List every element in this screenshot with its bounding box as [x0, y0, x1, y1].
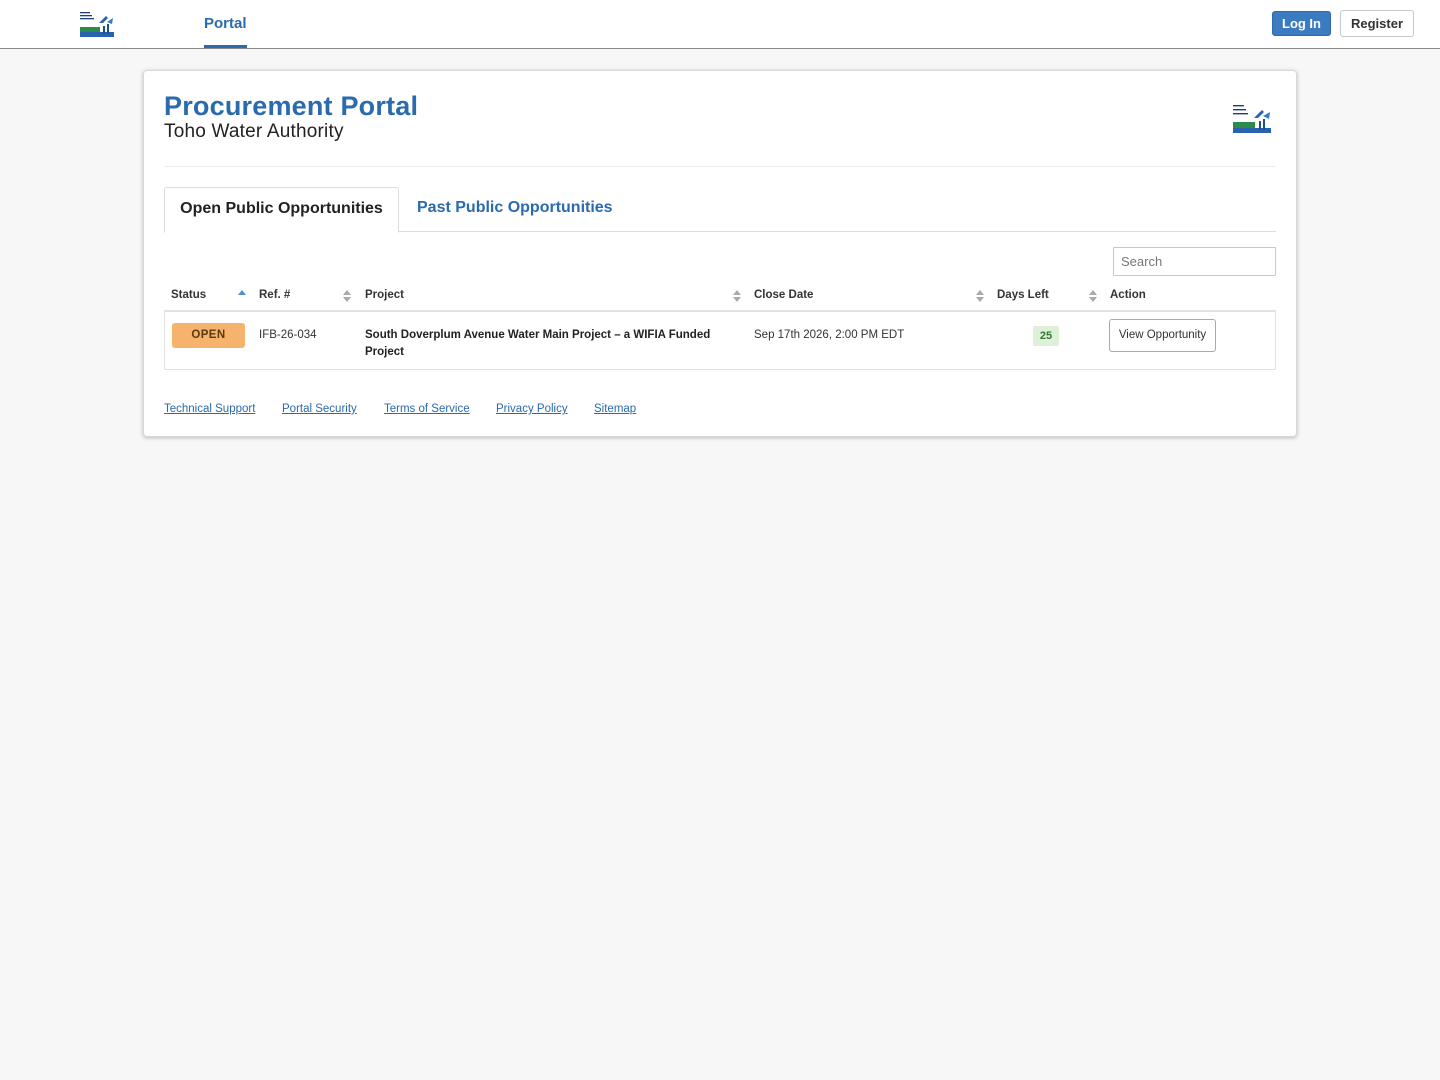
column-header-ref[interactable]: Ref. # — [259, 281, 290, 310]
close-date: Sep 17th 2026, 2:00 PM EDT — [754, 329, 905, 341]
view-opportunity-button[interactable]: View Opportunity — [1109, 319, 1216, 352]
sort-both-icon[interactable] — [343, 281, 353, 310]
top-navbar: Portal Log In Register — [0, 0, 1440, 49]
tab-open-public-opportunities[interactable]: Open Public Opportunities — [164, 187, 399, 233]
column-header-days-left[interactable]: Days Left — [997, 281, 1049, 310]
register-button[interactable]: Register — [1340, 10, 1414, 37]
status-badge: OPEN — [172, 323, 245, 348]
table-header-row: Status Ref. # Project Close Date Days Le… — [164, 281, 1276, 312]
footer-link-portal-security[interactable]: Portal Security — [282, 403, 357, 415]
column-header-status[interactable]: Status — [171, 281, 206, 310]
opportunities-table: Status Ref. # Project Close Date Days Le… — [164, 281, 1276, 370]
sort-both-icon[interactable] — [733, 281, 743, 310]
column-header-action: Action — [1110, 289, 1146, 301]
footer-link-terms-of-service[interactable]: Terms of Service — [384, 403, 470, 415]
tab-past-public-opportunities[interactable]: Past Public Opportunities — [417, 187, 613, 231]
search-input[interactable] — [1113, 247, 1276, 276]
footer-link-sitemap[interactable]: Sitemap — [594, 403, 636, 415]
page-subtitle: Toho Water Authority — [164, 121, 344, 142]
header-divider — [164, 166, 1276, 167]
portal-card: Procurement Portal Toho Water Authority … — [143, 70, 1297, 437]
footer-link-privacy-policy[interactable]: Privacy Policy — [496, 403, 568, 415]
days-left-badge: 25 — [1033, 326, 1059, 346]
sort-both-icon[interactable] — [1089, 281, 1099, 310]
sort-ascending-icon[interactable] — [238, 281, 248, 310]
ref-number: IFB-26-034 — [259, 329, 317, 341]
sort-both-icon[interactable] — [976, 281, 986, 310]
project-name: South Doverplum Avenue Water Main Projec… — [365, 329, 711, 358]
nav-link-portal[interactable]: Portal — [204, 0, 247, 48]
toho-water-authority-logo-icon[interactable] — [79, 10, 115, 39]
login-button[interactable]: Log In — [1272, 11, 1331, 36]
table-row: OPEN IFB-26-034 South Doverplum Avenue W… — [164, 312, 1276, 370]
footer-link-technical-support[interactable]: Technical Support — [164, 403, 255, 415]
column-header-project[interactable]: Project — [365, 281, 404, 310]
toho-water-authority-logo-icon — [1232, 103, 1272, 135]
column-header-close-date[interactable]: Close Date — [754, 281, 813, 310]
page-title: Procurement Portal — [164, 91, 419, 121]
